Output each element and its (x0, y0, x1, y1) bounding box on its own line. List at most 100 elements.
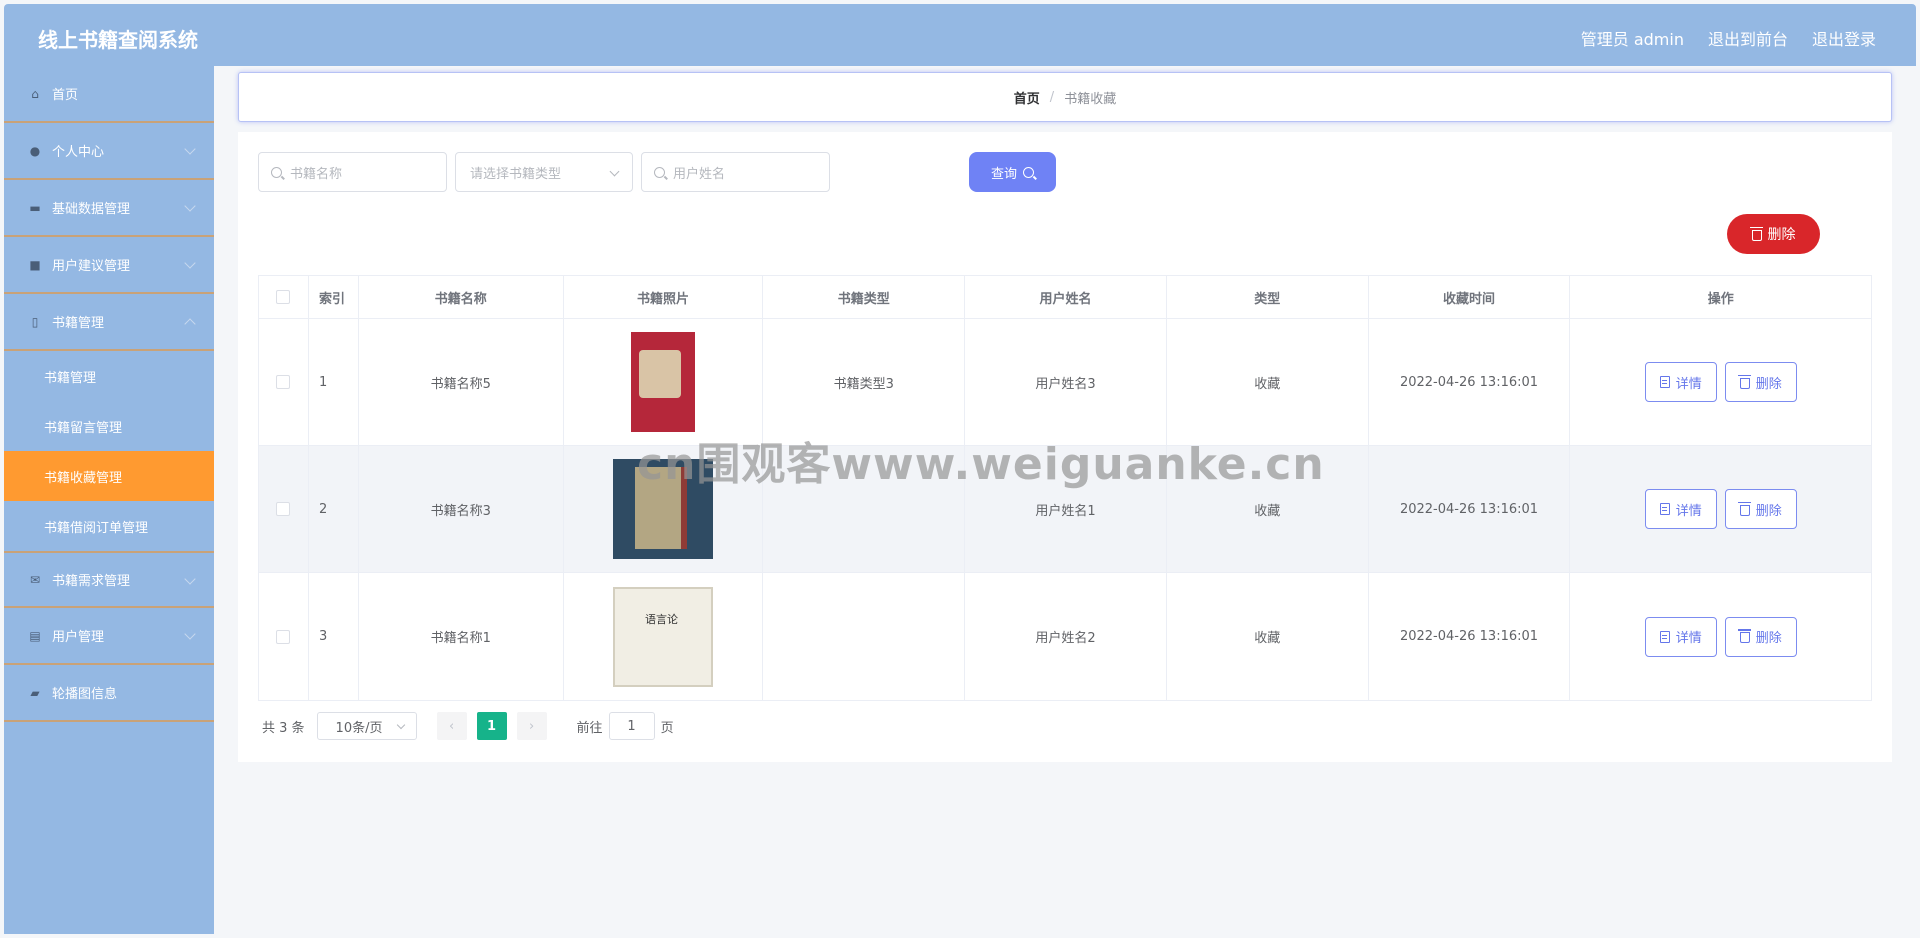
book-type-select[interactable]: 请选择书籍类型 (455, 152, 633, 192)
book-name-placeholder: 书籍名称 (290, 166, 343, 182)
book-name-search-input[interactable]: 书籍名称 (258, 152, 447, 192)
user-icon: ● (29, 143, 41, 158)
page-number[interactable]: 1 (476, 712, 507, 740)
user-name-placeholder: 用户姓名 (673, 166, 726, 182)
chevron-down-icon (184, 200, 196, 212)
bulk-delete-button[interactable]: 删除 (1727, 214, 1820, 254)
pagination: 共 3 条 10条/页 ‹ 1 › 前往 1 页 (262, 712, 674, 740)
sidebar-item-user-suggestions[interactable]: ■ 用户建议管理 (4, 237, 214, 294)
page-size-value: 10条/页 (335, 720, 383, 736)
chevron-right-icon: › (528, 718, 535, 734)
sidebar-subitem-borrow-orders[interactable]: 书籍借阅订单管理 (4, 501, 214, 551)
trash-icon (1737, 629, 1751, 643)
sidebar-item-personal-center[interactable]: ● 个人中心 (4, 123, 214, 180)
user-name-search-input[interactable]: 用户姓名 (641, 152, 830, 192)
bulk-delete-label: 删除 (1767, 227, 1796, 243)
sidebar-item-label: 轮播图信息 (52, 687, 118, 702)
row-index: 2 (309, 446, 359, 572)
total-count: 共 3 条 (262, 720, 305, 736)
chevron-left-icon: ‹ (448, 718, 455, 734)
delete-button[interactable]: 删除 (1724, 489, 1797, 529)
book-type (763, 573, 966, 700)
kind: 收藏 (1167, 573, 1369, 700)
sidebar-subitem-book-favorites[interactable]: 书籍收藏管理 (4, 451, 214, 501)
select-all-checkbox[interactable] (276, 290, 291, 304)
page-size-select[interactable]: 10条/页 (316, 712, 417, 740)
sidebar-subitem-books[interactable]: 书籍管理 (4, 351, 214, 401)
document-icon (1659, 376, 1670, 388)
book-type: 书籍类型3 (763, 319, 966, 445)
query-button[interactable]: 查询 (969, 152, 1056, 192)
next-page-button[interactable]: › (516, 712, 547, 740)
watermark: cn围观客www.weiguanke.cn (637, 439, 1325, 490)
row-checkbox[interactable] (276, 375, 291, 389)
sidebar-item-label: 基础数据管理 (52, 202, 131, 217)
delete-label: 删除 (1755, 503, 1782, 519)
goto-label: 前往 (576, 720, 603, 736)
sidebar-item-book-requests[interactable]: ✉ 书籍需求管理 (4, 551, 214, 608)
row-index: 3 (309, 573, 359, 700)
sidebar-item-basic-data[interactable]: ▬ 基础数据管理 (4, 180, 214, 237)
detail-button[interactable]: 详情 (1644, 489, 1717, 529)
app-title: 线上书籍查阅系统 (38, 28, 198, 52)
delete-label: 删除 (1755, 376, 1782, 392)
delete-label: 删除 (1755, 631, 1782, 646)
sidebar-item-label: 用户建议管理 (52, 259, 131, 274)
sidebar-item-carousel[interactable]: ▰ 轮播图信息 (4, 665, 214, 722)
clipboard-icon: ▤ (29, 628, 41, 643)
detail-label: 详情 (1675, 503, 1702, 519)
sidebar-item-user-management[interactable]: ▤ 用户管理 (4, 608, 214, 665)
column-header: 书籍照片 (564, 276, 764, 318)
chevron-down-icon (396, 720, 405, 730)
user-name: 用户姓名2 (965, 573, 1167, 700)
sidebar-subitem-book-messages[interactable]: 书籍留言管理 (4, 401, 214, 451)
book-cover-image (613, 332, 714, 432)
breadcrumb-separator: / (1049, 89, 1055, 105)
chevron-up-icon (184, 318, 196, 330)
prev-page-button[interactable]: ‹ (436, 712, 467, 740)
admin-label[interactable]: 管理员 admin (1581, 26, 1684, 50)
ticket-icon: ▰ (30, 685, 40, 700)
document-icon (1659, 630, 1670, 643)
chevron-down-icon (184, 143, 196, 155)
book-name: 书籍名称1 (359, 573, 564, 700)
wallet-icon: ▬ (29, 200, 41, 215)
chevron-down-icon (184, 573, 196, 585)
detail-label: 详情 (1675, 376, 1702, 392)
table-header-row: 索引 书籍名称 书籍照片 书籍类型 用户姓名 类型 收藏时间 操作 (259, 276, 1871, 319)
column-header: 用户姓名 (965, 276, 1167, 318)
sidebar-item-label: 首页 (52, 88, 79, 103)
home-icon: ⌂ (31, 86, 39, 101)
column-header: 操作 (1707, 291, 1734, 307)
detail-label: 详情 (1675, 631, 1702, 646)
logout-link[interactable]: 退出登录 (1812, 26, 1876, 50)
favorite-time: 2022-04-26 13:16:01 (1369, 446, 1571, 572)
detail-button[interactable]: 详情 (1644, 362, 1717, 402)
breadcrumb-current: 书籍收藏 (1064, 91, 1117, 107)
sidebar-item-home[interactable]: ⌂ 首页 (4, 66, 214, 123)
column-header: 书籍名称 (359, 276, 564, 318)
book-cover-image (613, 586, 714, 687)
book-name: 书籍名称3 (359, 446, 564, 572)
goto-page-input[interactable]: 1 (608, 712, 655, 740)
search-icon (1023, 166, 1034, 178)
header-actions: 管理员 admin 退出到前台 退出登录 (1581, 26, 1876, 50)
mail-icon: ✉ (29, 572, 41, 587)
breadcrumb-home[interactable]: 首页 (1014, 88, 1040, 107)
top-header: 线上书籍查阅系统 管理员 admin 退出到前台 退出登录 (4, 4, 1916, 66)
delete-button[interactable]: 删除 (1724, 362, 1797, 402)
briefcase-icon: ■ (29, 257, 41, 272)
sidebar-item-book-management[interactable]: ▯ 书籍管理 (4, 294, 214, 351)
favorite-time: 2022-04-26 13:16:01 (1369, 573, 1571, 700)
exit-to-front-link[interactable]: 退出到前台 (1708, 26, 1788, 50)
column-header: 索引 (309, 276, 359, 318)
favorite-time: 2022-04-26 13:16:01 (1369, 319, 1571, 445)
delete-button[interactable]: 删除 (1724, 616, 1797, 657)
document-icon (1659, 503, 1670, 515)
row-checkbox[interactable] (276, 502, 291, 516)
sidebar-item-label: 书籍需求管理 (52, 574, 131, 589)
detail-button[interactable]: 详情 (1644, 616, 1717, 657)
kind: 收藏 (1167, 319, 1369, 445)
chevron-down-icon (609, 166, 620, 177)
row-checkbox[interactable] (276, 629, 291, 644)
